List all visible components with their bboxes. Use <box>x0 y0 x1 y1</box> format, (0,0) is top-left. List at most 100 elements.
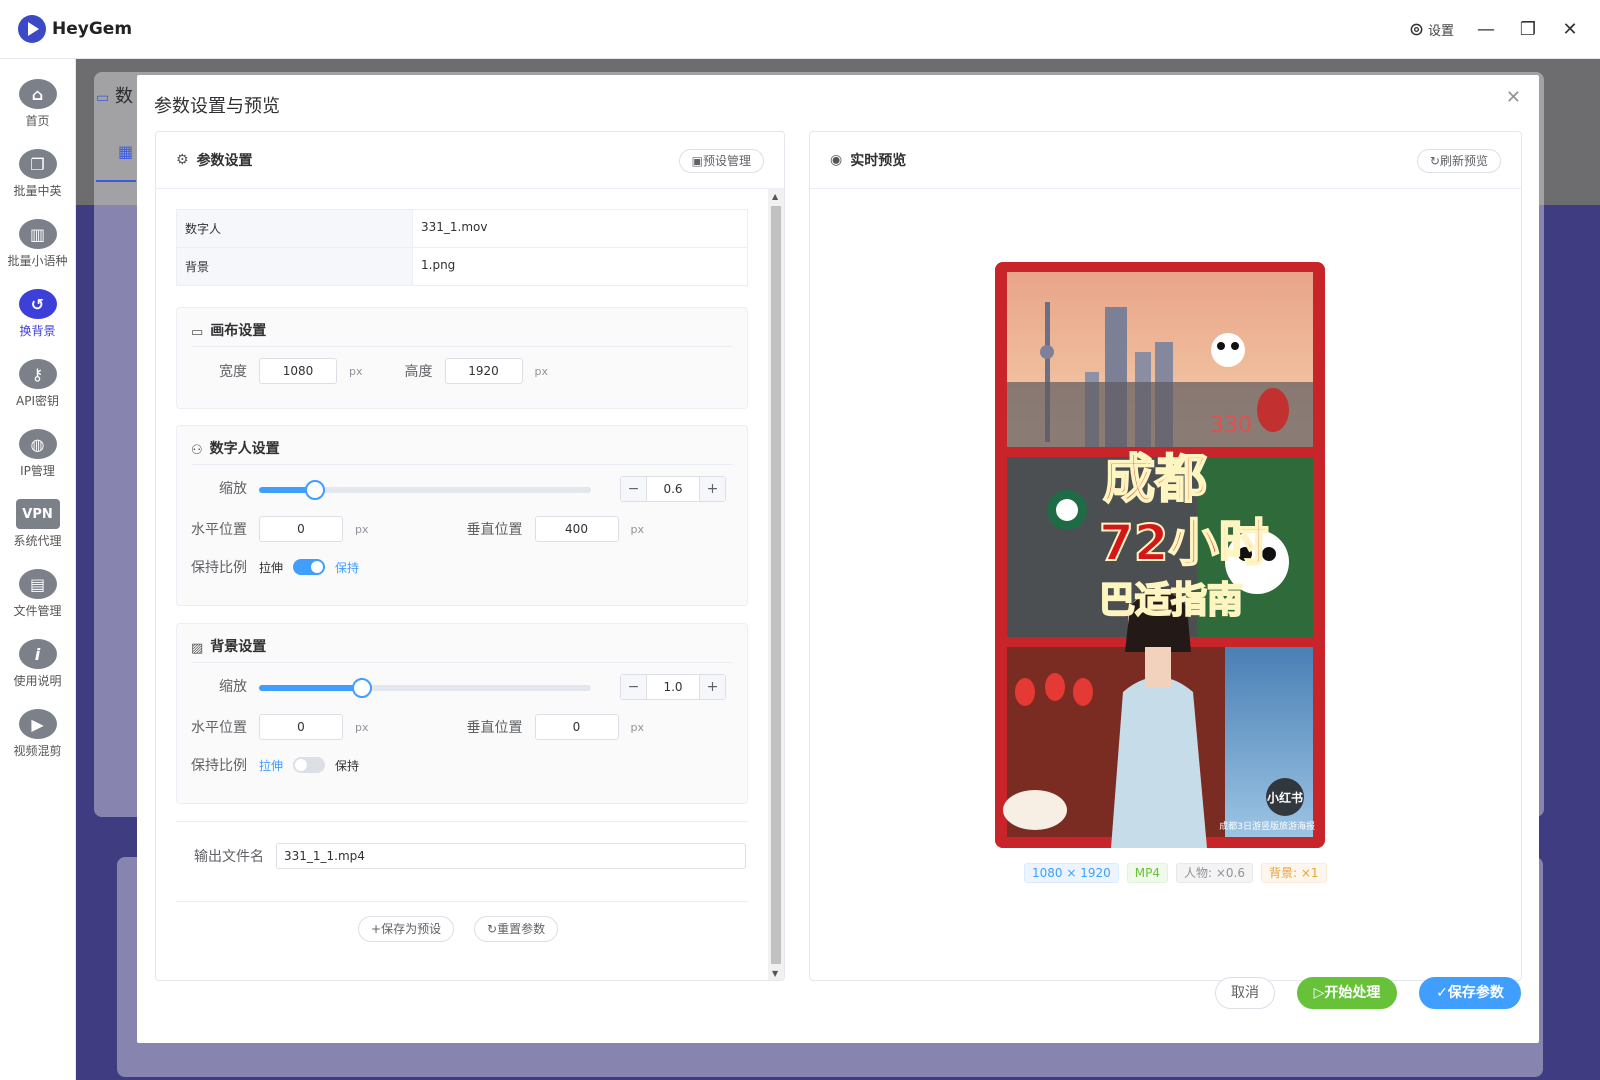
video-edit-icon: ▶ <box>18 709 57 739</box>
width-input[interactable]: 1080 <box>259 358 337 384</box>
avatar-scale-slider-handle[interactable] <box>305 480 326 500</box>
poster-number: 330 <box>1210 413 1252 438</box>
background-scale-slider-handle[interactable] <box>351 678 372 698</box>
avatar-horizontal-unit: px <box>355 522 369 536</box>
refresh-preview-button[interactable]: ↻刷新预览 <box>1416 149 1501 173</box>
increase-button[interactable]: + <box>700 477 725 501</box>
grid-icon: ▦ <box>118 142 134 161</box>
gear-icon <box>1410 23 1423 36</box>
sidebar-item-home[interactable]: ⌂ 首页 <box>0 59 75 129</box>
background-horizontal-input[interactable]: 0 <box>259 714 343 740</box>
background-vertical-input[interactable]: 0 <box>534 714 619 740</box>
restore-button[interactable]: ❐ <box>1518 19 1538 40</box>
save-parameters-button[interactable]: ✓保存参数 <box>1419 977 1521 1009</box>
sidebar-item-instructions[interactable]: i 使用说明 <box>0 619 75 689</box>
sidebar-item-batch-minor-lang[interactable]: ▥ 批量小语种 <box>0 199 75 269</box>
parameter-panel: ⚙ 参数设置 ▣预设管理 数字人 331_1.mov 背景 1.png ▭ 画布… <box>155 131 785 981</box>
preview-tags: 1080 × 1920 MP4 人物: ×0.6 背景: ×1 <box>1024 863 1327 883</box>
dialog-title: 参数设置与预览 <box>154 96 280 117</box>
sidebar-item-change-background[interactable]: ↺ 换背景 <box>0 269 75 339</box>
sidebar-item-label: 系统代理 <box>13 534 62 548</box>
avatar-scale-slider[interactable] <box>259 480 591 500</box>
avatar-ratio-row: 保持比例 拉伸 保持 <box>191 557 359 577</box>
scrollbar-thumb[interactable] <box>771 206 781 964</box>
plus-icon: + <box>371 922 382 936</box>
height-input[interactable]: 1920 <box>444 358 523 384</box>
key-icon: ⚷ <box>18 359 57 389</box>
dialog-close-button[interactable]: ✕ <box>1506 87 1521 108</box>
divider <box>176 901 748 902</box>
close-window-button[interactable]: ✕ <box>1560 19 1580 40</box>
sidebar-item-label: 使用说明 <box>13 674 62 688</box>
background-vertical-label: 垂直位置 <box>466 720 523 736</box>
settings-label: 设置 <box>1427 24 1454 39</box>
background-tab: ▦ <box>96 140 136 182</box>
background-scale-tag: 背景: ×1 <box>1261 863 1327 883</box>
avatar-position-row: 水平位置 0 px 垂直位置 400 px <box>191 516 644 542</box>
avatar-keep-ratio-toggle[interactable] <box>293 559 326 575</box>
preset-management-button[interactable]: ▣预设管理 <box>678 149 764 173</box>
sidebar-item-system-proxy[interactable]: VPN 系统代理 <box>0 479 75 549</box>
sidebar-item-api-key[interactable]: ⚷ API密钥 <box>0 339 75 409</box>
sidebar-item-label: 批量中英 <box>13 184 62 198</box>
avatar-vertical-input[interactable]: 400 <box>534 516 619 542</box>
save-as-preset-button[interactable]: +保存为预设 <box>358 916 455 942</box>
avatar-scale-tag: 人物: ×0.6 <box>1176 863 1253 883</box>
start-processing-button[interactable]: ▷开始处理 <box>1297 977 1397 1009</box>
app-logo: HeyGem <box>18 15 132 43</box>
user-icon: ⚇ <box>191 443 203 458</box>
avatar-settings-section: ⚇ 数字人设置 缩放 − 0.6 + 水平位置 0 px 垂直位置 400 px… <box>176 425 748 606</box>
sidebar-item-batch-cn-en[interactable]: ❐ 批量中英 <box>0 129 75 199</box>
decrease-button[interactable]: − <box>621 477 646 501</box>
scroll-up-arrow-icon[interactable]: ▲ <box>772 192 778 201</box>
background-scale-slider[interactable] <box>259 678 591 698</box>
sidebar-item-label: API密钥 <box>16 394 59 408</box>
format-tag: MP4 <box>1126 863 1168 883</box>
settings-button[interactable]: 设置 <box>1409 20 1454 39</box>
background-stretch-option[interactable]: 拉伸 <box>259 757 283 774</box>
avatar-stretch-option[interactable]: 拉伸 <box>259 559 283 576</box>
sidebar-item-label: 视频混剪 <box>13 744 62 758</box>
background-horizontal-unit: px <box>355 720 369 734</box>
width-label: 宽度 <box>219 364 247 380</box>
minimize-button[interactable]: — <box>1476 19 1496 40</box>
avatar-scale-value[interactable]: 0.6 <box>646 477 700 501</box>
scroll-down-arrow-icon[interactable]: ▼ <box>772 969 778 978</box>
background-page-title: ▭ 数 <box>96 82 133 108</box>
table-row: 背景 1.png <box>176 247 748 286</box>
play-circle-icon: ▷ <box>1313 985 1325 1001</box>
info-key: 数字人 <box>176 209 413 248</box>
background-scale-stepper[interactable]: − 1.0 + <box>620 674 726 700</box>
background-scale-label: 缩放 <box>219 679 247 695</box>
refresh-preview-label: 刷新预览 <box>1439 154 1488 168</box>
avatar-scale-stepper[interactable]: − 0.6 + <box>620 476 726 502</box>
background-scale-value[interactable]: 1.0 <box>646 675 700 699</box>
divider <box>176 821 748 822</box>
avatar-settings-header: ⚇ 数字人设置 <box>191 426 733 465</box>
output-filename-input[interactable]: 331_1_1.mp4 <box>276 843 746 869</box>
avatar-keep-option[interactable]: 保持 <box>335 559 359 576</box>
background-keep-ratio-toggle[interactable] <box>293 757 326 773</box>
home-icon: ⌂ <box>18 79 57 109</box>
sidebar-item-file-management[interactable]: ▤ 文件管理 <box>0 549 75 619</box>
avatar-settings-title: 数字人设置 <box>209 441 280 457</box>
background-settings-title: 背景设置 <box>210 639 267 655</box>
background-scale-row: 缩放 <box>219 676 247 696</box>
parameter-scrollbar[interactable]: ▲ ▼ <box>768 189 784 980</box>
background-keep-option[interactable]: 保持 <box>335 757 359 774</box>
cancel-button[interactable]: 取消 <box>1215 977 1275 1009</box>
increase-button[interactable]: + <box>700 675 725 699</box>
width-unit: px <box>349 364 363 378</box>
sidebar-item-video-remix[interactable]: ▶ 视频混剪 <box>0 689 75 759</box>
canvas-settings-section: ▭ 画布设置 宽度 1080 px 高度 1920 px <box>176 307 748 409</box>
parameter-scroll-area[interactable]: 数字人 331_1.mov 背景 1.png ▭ 画布设置 宽度 1080 px <box>156 189 768 980</box>
sidebar-item-ip-management[interactable]: ◍ IP管理 <box>0 409 75 479</box>
refresh-icon: ↻ <box>487 922 498 936</box>
poster-headline-1: 成都 <box>1103 450 1207 510</box>
avatar-horizontal-input[interactable]: 0 <box>259 516 343 542</box>
reset-parameters-button[interactable]: ↻重置参数 <box>474 916 559 942</box>
decrease-button[interactable]: − <box>621 675 646 699</box>
monitor-icon: ▭ <box>191 325 204 340</box>
background-settings-header: ▨ 背景设置 <box>191 624 733 663</box>
info-value: 1.png <box>412 247 748 286</box>
